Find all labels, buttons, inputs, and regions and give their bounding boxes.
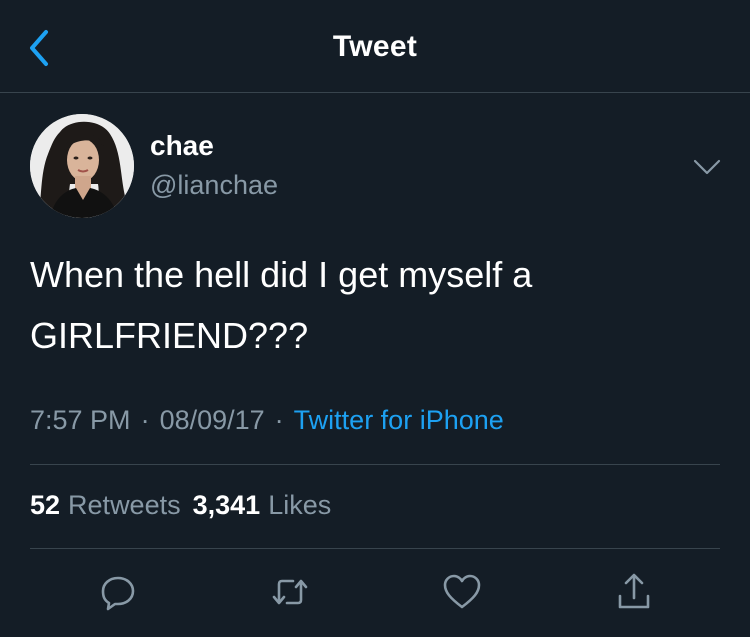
user-handle[interactable]: @lianchae <box>150 170 278 201</box>
meta-separator: · <box>140 405 150 435</box>
nav-bar: Tweet <box>0 0 750 93</box>
retweet-count[interactable]: 52 <box>30 490 60 520</box>
avatar[interactable] <box>30 114 134 218</box>
share-icon <box>618 573 650 609</box>
tweet-source-link[interactable]: Twitter for iPhone <box>294 405 504 435</box>
avatar-image <box>30 114 134 218</box>
tweet-time: 7:57 PM <box>30 405 131 435</box>
divider <box>30 548 720 549</box>
chevron-down-icon <box>693 159 721 175</box>
heart-icon <box>443 574 481 609</box>
retweet-icon <box>272 579 308 605</box>
retweet-label[interactable]: Retweets <box>68 490 181 520</box>
share-button[interactable] <box>614 572 654 612</box>
tweet-stats: 52 Retweets 3,341 Likes <box>30 490 331 521</box>
reply-button[interactable] <box>98 572 138 612</box>
reply-icon <box>101 576 135 611</box>
like-label[interactable]: Likes <box>268 490 331 520</box>
divider <box>30 464 720 465</box>
display-name[interactable]: chae <box>150 130 214 162</box>
tweet-text: When the hell did I get myself a GIRLFRI… <box>30 254 533 356</box>
more-options-button[interactable] <box>692 156 722 178</box>
like-count[interactable]: 3,341 <box>193 490 261 520</box>
retweet-button[interactable] <box>270 572 310 612</box>
page-title: Tweet <box>332 30 418 63</box>
like-button[interactable] <box>442 572 482 612</box>
tweet-date: 08/09/17 <box>159 405 265 435</box>
tweet-meta: 7:57 PM · 08/09/17 · Twitter for iPhone <box>30 405 504 436</box>
meta-separator: · <box>274 405 284 435</box>
